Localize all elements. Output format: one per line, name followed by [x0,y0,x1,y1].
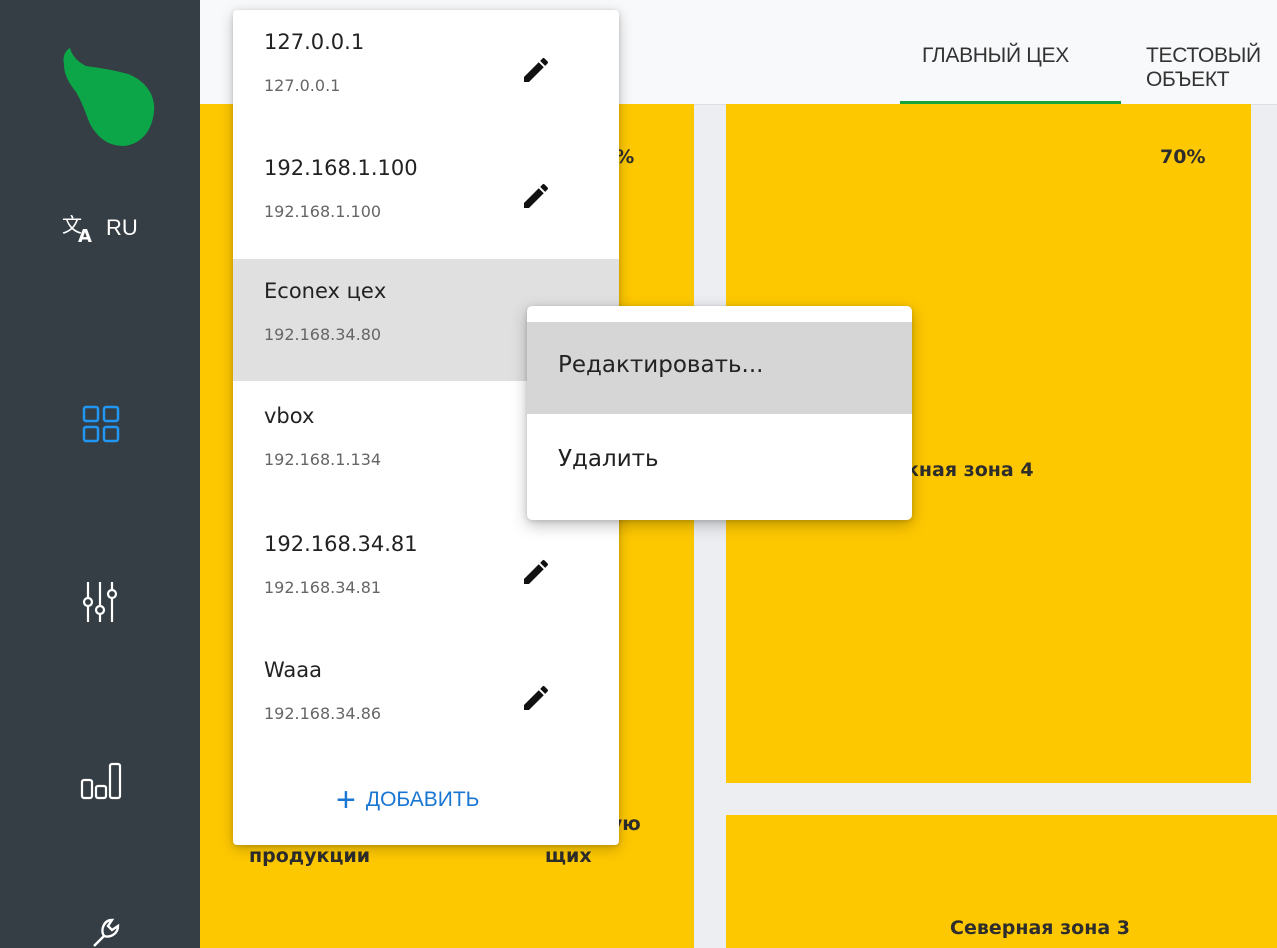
translate-icon: 文 A [62,213,92,244]
menu-item-edit[interactable]: Редактировать... [527,322,912,414]
context-menu: Редактировать... Удалить [527,306,912,520]
tab-test-object[interactable]: ТЕСТОВЫЙ ОБЪЕКТ [1146,44,1277,92]
stats-icon[interactable] [80,760,122,800]
zone-left-label-line: продукции [249,845,371,867]
pencil-icon[interactable] [520,54,552,86]
sidebar: 文 A RU [0,0,200,948]
server-item[interactable]: 192.168.1.100 192.168.1.100 [233,136,619,258]
server-name: 192.168.1.100 [264,156,418,180]
server-address: 192.168.34.86 [264,704,382,723]
pencil-icon[interactable] [520,180,552,212]
sliders-icon[interactable] [82,580,118,624]
server-item[interactable]: Waaa 192.168.34.86 [233,638,619,760]
zone-north-name: Северная зона 3 [950,917,1130,939]
server-name: vbox [264,404,315,428]
server-item[interactable]: 192.168.34.81 192.168.34.81 [233,512,619,634]
pencil-icon[interactable] [520,556,552,588]
add-server-button[interactable]: + ДОБАВИТЬ [336,781,480,819]
svg-text:A: A [78,226,92,244]
menu-item-edit-label: Редактировать... [558,352,764,378]
language-label: RU [106,215,138,240]
server-name: Econex цех [264,279,387,303]
zone-left-label-fragment-2: щих [545,845,592,867]
language-switcher[interactable]: 文 A RU [62,212,138,244]
zone-south-percent: 70% [1160,146,1206,168]
server-item[interactable]: 127.0.0.1 127.0.0.1 [233,10,619,132]
tab-main-workshop[interactable]: ГЛАВНЫЙ ЦЕХ [922,44,1069,68]
server-address: 192.168.1.134 [264,450,382,469]
server-name: 192.168.34.81 [264,532,418,556]
plus-icon: + [336,781,356,819]
add-server-label: ДОБАВИТЬ [365,788,480,811]
zone-south-name: жная зона 4 [900,459,1034,481]
server-address: 192.168.34.80 [264,325,382,344]
dashboard-icon[interactable] [82,405,120,443]
wrench-icon[interactable] [88,916,120,948]
server-address: 192.168.34.81 [264,578,382,597]
server-address: 192.168.1.100 [264,202,382,221]
server-address: 127.0.0.1 [264,76,341,95]
pear-logo[interactable] [56,46,160,150]
server-name: Waaa [264,658,323,682]
menu-item-delete[interactable]: Удалить [527,416,912,508]
menu-item-delete-label: Удалить [558,446,659,472]
pencil-icon[interactable] [520,682,552,714]
server-name: 127.0.0.1 [264,30,365,54]
